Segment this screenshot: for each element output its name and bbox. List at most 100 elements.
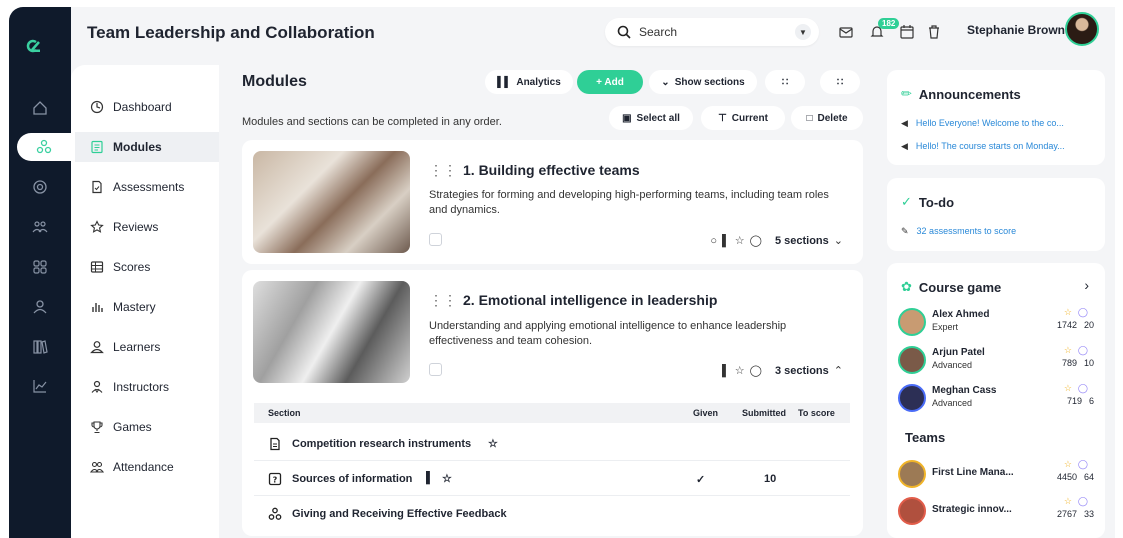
table-row[interactable]: Giving and Receiving Effective Feedback xyxy=(254,497,850,531)
shield-icon[interactable]: ◯ xyxy=(750,364,762,377)
chevron-down-icon[interactable]: ⌄ xyxy=(834,234,843,247)
show-sections-button[interactable]: ⌄ Show sections xyxy=(649,70,757,94)
sidebar-item-instructors[interactable]: Instructors xyxy=(75,372,219,402)
section-name[interactable]: Sources of information xyxy=(292,473,412,485)
sidebar-item-reviews[interactable]: Reviews xyxy=(75,212,219,242)
user-rail-icon[interactable] xyxy=(9,293,71,321)
section-name[interactable]: Competition research instruments xyxy=(292,438,471,450)
avatar[interactable] xyxy=(1065,12,1099,46)
group-icon xyxy=(268,507,282,520)
module-title[interactable]: ⋮⋮ 2. Emotional intelligence in leadershi… xyxy=(429,292,717,309)
team-name: Strategic innov... xyxy=(932,504,1012,515)
sidebar-item-learners[interactable]: Learners xyxy=(75,332,219,362)
player-stats: ☆◯ 1742 20 xyxy=(1050,307,1094,330)
chevron-down-icon: ⌄ xyxy=(661,76,670,88)
todo-item[interactable]: ✎ 32 assessments to score xyxy=(901,226,1016,237)
module-title[interactable]: ⋮⋮ 1. Building effective teams xyxy=(429,162,640,179)
grid-view-button[interactable]: ∷ xyxy=(765,70,805,94)
analytics-button[interactable]: ▌▌ Analytics xyxy=(485,70,573,94)
star-icon[interactable]: ☆ xyxy=(442,472,452,485)
star-icon[interactable]: ☆ xyxy=(735,234,745,247)
sidebar-item-mastery[interactable]: Mastery xyxy=(75,292,219,322)
sidebar-item-assessments[interactable]: Assessments xyxy=(75,172,219,202)
user-icon[interactable]: ○ xyxy=(710,235,717,247)
module-card[interactable]: ⋮⋮ 2. Emotional intelligence in leadershi… xyxy=(242,270,863,536)
puzzle-icon: ✿ xyxy=(901,279,912,294)
player-badges: 20 xyxy=(1083,320,1094,330)
home-icon[interactable] xyxy=(9,94,71,122)
add-label: + Add xyxy=(596,76,624,88)
star-icon[interactable]: ☆ xyxy=(488,437,498,450)
team-points: 4450 xyxy=(1056,472,1077,482)
brand-logo[interactable] xyxy=(25,35,57,63)
collapse-view-button[interactable]: ∷ xyxy=(820,70,860,94)
calendar-icon[interactable] xyxy=(899,24,915,40)
leaderboard-player[interactable]: Arjun Patel Advanced ☆◯ 789 10 xyxy=(898,344,1094,378)
team-avatar xyxy=(898,460,926,488)
bar-chart-icon[interactable]: ▌ xyxy=(722,365,730,377)
add-button[interactable]: + Add xyxy=(577,70,643,94)
people-icon[interactable] xyxy=(9,213,71,241)
team-badges: 64 xyxy=(1083,472,1094,482)
megaphone-icon: ◀ xyxy=(901,141,908,151)
announcement-item[interactable]: ◀ Hello Everyone! Welcome to the co... xyxy=(901,118,1064,129)
chevron-down-icon[interactable]: ▼ xyxy=(795,24,811,40)
player-badges: 6 xyxy=(1088,396,1094,406)
analytics-rail-icon[interactable] xyxy=(9,372,71,400)
chevron-right-icon[interactable]: › xyxy=(1084,277,1089,293)
column-header-submitted: Submitted xyxy=(742,408,786,418)
module-checkbox[interactable] xyxy=(429,363,442,376)
chevron-up-icon[interactable]: ⌃ xyxy=(834,364,843,377)
shield-icon[interactable]: ◯ xyxy=(750,234,762,247)
module-card[interactable]: ⋮⋮ 1. Building effective teams Strategies… xyxy=(242,140,863,264)
drag-handle-icon[interactable]: ⋮⋮ xyxy=(429,162,457,178)
sidebar-item-modules[interactable]: Modules xyxy=(75,132,219,162)
bar-chart-icon[interactable]: ▌ xyxy=(426,472,434,484)
sections-toggle[interactable]: 3 sections xyxy=(775,365,829,377)
star-icon[interactable]: ☆ xyxy=(735,364,745,377)
modules-rail-icon[interactable] xyxy=(17,133,71,161)
sections-toggle[interactable]: 5 sections xyxy=(775,235,829,247)
leaderboard-team[interactable]: First Line Mana... ☆◯ 4450 64 xyxy=(898,458,1094,492)
check-circle-icon: ✓ xyxy=(901,194,912,209)
bar-chart-icon[interactable]: ▌ xyxy=(722,235,730,247)
sidebar-item-attendance[interactable]: Attendance xyxy=(75,452,219,482)
sidebar-item-scores[interactable]: Scores xyxy=(75,252,219,282)
search-icon xyxy=(617,25,631,39)
todo-text: 32 assessments to score xyxy=(916,226,1017,236)
announcements-title: Announcements xyxy=(918,86,1021,102)
shield-icon: ◯ xyxy=(1077,307,1094,317)
mail-icon[interactable] xyxy=(838,24,854,40)
leaderboard-player[interactable]: Alex Ahmed Expert ☆◯ 1742 20 xyxy=(898,306,1094,340)
current-label: Current xyxy=(731,112,768,124)
team-stats: ☆◯ 4450 64 xyxy=(1050,459,1094,482)
announcements-panel: ✏ Announcements ◀ Hello Everyone! Welcome … xyxy=(887,70,1105,165)
user-name[interactable]: Stephanie Brown xyxy=(967,23,1065,37)
current-button[interactable]: ⊤ Current xyxy=(701,106,785,130)
sidebar-item-games[interactable]: Games xyxy=(75,412,219,442)
player-level: Expert xyxy=(932,322,959,332)
table-row[interactable]: ? Sources of information ▌ ☆ ✓ 10 xyxy=(254,462,850,496)
bar-chart-icon: ▌▌ xyxy=(497,76,512,88)
leaderboard-team[interactable]: Strategic innov... ☆◯ 2767 33 xyxy=(898,495,1094,529)
module-checkbox[interactable] xyxy=(429,233,442,246)
player-stats: ☆◯ 719 6 xyxy=(1060,383,1094,406)
announcement-item[interactable]: ◀ Hello! The course starts on Monday... xyxy=(901,141,1065,152)
library-icon[interactable] xyxy=(9,333,71,361)
player-name: Meghan Cass xyxy=(932,385,997,396)
leaderboard-player[interactable]: Meghan Cass Advanced ☆◯ 719 6 xyxy=(898,382,1094,416)
team-badges: 33 xyxy=(1083,509,1094,519)
grid-icon[interactable] xyxy=(9,253,71,281)
trash-icon[interactable] xyxy=(926,24,942,40)
submitted-count: 10 xyxy=(764,473,777,485)
select-all-button[interactable]: ▣ Select all xyxy=(609,106,693,130)
icon-rail xyxy=(9,7,71,538)
section-name[interactable]: Giving and Receiving Effective Feedback xyxy=(292,508,507,520)
target-icon[interactable] xyxy=(9,173,71,201)
drag-handle-icon[interactable]: ⋮⋮ xyxy=(429,292,457,308)
search-input[interactable]: Search ▼ xyxy=(605,18,819,46)
course-game-header[interactable]: ✿ Course game xyxy=(901,279,1001,295)
sidebar-item-dashboard[interactable]: Dashboard xyxy=(75,92,219,122)
table-row[interactable]: Competition research instruments ☆ xyxy=(254,427,850,461)
delete-button[interactable]: □ Delete xyxy=(791,106,863,130)
